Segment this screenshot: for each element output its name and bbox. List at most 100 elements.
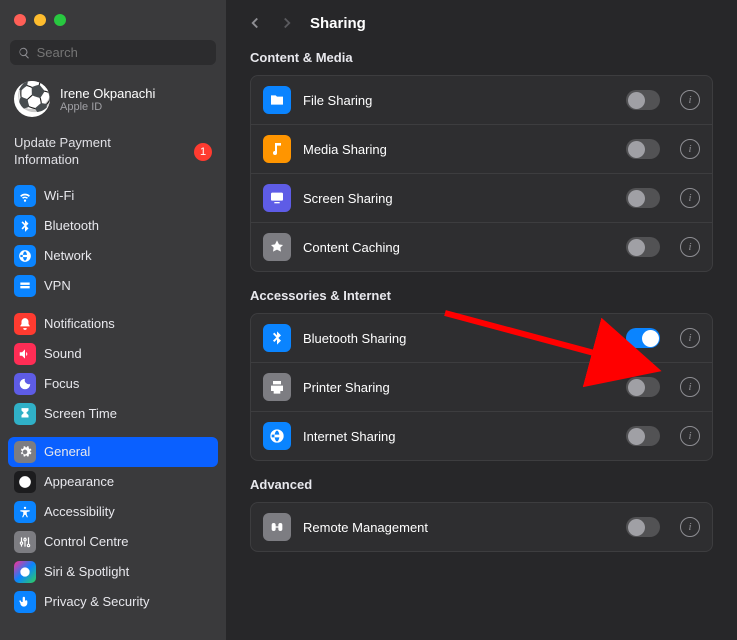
sidebar-item-label: Network	[44, 248, 92, 263]
bell-icon	[14, 313, 36, 335]
sidebar-item-bluetooth[interactable]: Bluetooth	[8, 211, 218, 241]
sidebar-item-label: Wi-Fi	[44, 188, 74, 203]
row-label: Internet Sharing	[303, 429, 614, 444]
info-button[interactable]: i	[680, 517, 700, 537]
row-label: Content Caching	[303, 240, 614, 255]
toggle-media-sharing[interactable]	[626, 139, 660, 159]
settings-panel: Remote Management i	[250, 502, 713, 552]
vpn-icon	[14, 275, 36, 297]
window-controls	[0, 0, 226, 40]
sidebar-item-control-centre[interactable]: Control Centre	[8, 527, 218, 557]
zoom-window-button[interactable]	[54, 14, 66, 26]
info-button[interactable]: i	[680, 139, 700, 159]
row-label: Bluetooth Sharing	[303, 331, 614, 346]
row-label: File Sharing	[303, 93, 614, 108]
sidebar-item-label: General	[44, 444, 90, 459]
gear-icon	[14, 441, 36, 463]
sidebar-item-label: Privacy & Security	[44, 594, 149, 609]
sidebar-item-appearance[interactable]: Appearance	[8, 467, 218, 497]
sidebar-item-siri-spotlight[interactable]: Siri & Spotlight	[8, 557, 218, 587]
sidebar-item-wi-fi[interactable]: Wi-Fi	[8, 181, 218, 211]
toggle-file-sharing[interactable]	[626, 90, 660, 110]
section-title: Accessories & Internet	[250, 288, 713, 303]
row-label: Printer Sharing	[303, 380, 614, 395]
toggle-bluetooth-sharing[interactable]	[626, 328, 660, 348]
row-media-sharing: Media Sharing i	[251, 125, 712, 174]
update-payment-row[interactable]: Update Payment Information 1	[0, 127, 226, 181]
sidebar-item-vpn[interactable]: VPN	[8, 271, 218, 301]
main-content: Sharing Content & Media File Sharing i M…	[226, 0, 737, 640]
info-button[interactable]: i	[680, 90, 700, 110]
moon-icon	[14, 373, 36, 395]
hourglass-icon	[14, 403, 36, 425]
row-printer-sharing: Printer Sharing i	[251, 363, 712, 412]
appearance-icon	[14, 471, 36, 493]
info-button[interactable]: i	[680, 377, 700, 397]
avatar	[14, 81, 50, 117]
main-header: Sharing	[226, 0, 737, 40]
close-window-button[interactable]	[14, 14, 26, 26]
profile-subtitle: Apple ID	[60, 101, 155, 113]
toggle-printer-sharing[interactable]	[626, 377, 660, 397]
sidebar-item-label: Accessibility	[44, 504, 115, 519]
row-screen-sharing: Screen Sharing i	[251, 174, 712, 223]
screen-icon	[263, 184, 291, 212]
sidebar-item-general[interactable]: General	[8, 437, 218, 467]
back-button[interactable]	[246, 14, 264, 32]
sidebar-item-focus[interactable]: Focus	[8, 369, 218, 399]
row-file-sharing: File Sharing i	[251, 76, 712, 125]
row-label: Screen Sharing	[303, 191, 614, 206]
notification-badge: 1	[194, 143, 212, 161]
sidebar: Irene Okpanachi Apple ID Update Payment …	[0, 0, 226, 640]
row-label: Remote Management	[303, 520, 614, 535]
toggle-screen-sharing[interactable]	[626, 188, 660, 208]
row-internet-sharing: Internet Sharing i	[251, 412, 712, 460]
section-accessories-internet: Accessories & Internet Bluetooth Sharing…	[226, 278, 737, 467]
toggle-internet-sharing[interactable]	[626, 426, 660, 446]
hand-icon	[14, 591, 36, 613]
search-input[interactable]	[37, 45, 208, 60]
bluetooth-icon	[263, 324, 291, 352]
toggle-remote-management[interactable]	[626, 517, 660, 537]
globe-icon	[14, 245, 36, 267]
search-box[interactable]	[10, 40, 216, 65]
cache-icon	[263, 233, 291, 261]
sidebar-item-network[interactable]: Network	[8, 241, 218, 271]
sidebar-item-label: Screen Time	[44, 406, 117, 421]
settings-panel: Bluetooth Sharing i Printer Sharing i In…	[250, 313, 713, 461]
sidebar-item-label: Control Centre	[44, 534, 129, 549]
sidebar-item-accessibility[interactable]: Accessibility	[8, 497, 218, 527]
settings-panel: File Sharing i Media Sharing i Screen Sh…	[250, 75, 713, 272]
sidebar-item-label: Notifications	[44, 316, 115, 331]
info-button[interactable]: i	[680, 237, 700, 257]
row-content-caching: Content Caching i	[251, 223, 712, 271]
row-label: Media Sharing	[303, 142, 614, 157]
forward-button[interactable]	[278, 14, 296, 32]
control-icon	[14, 531, 36, 553]
media-icon	[263, 135, 291, 163]
printer-icon	[263, 373, 291, 401]
siri-icon	[14, 561, 36, 583]
sidebar-item-sound[interactable]: Sound	[8, 339, 218, 369]
page-title: Sharing	[310, 15, 366, 32]
row-remote-management: Remote Management i	[251, 503, 712, 551]
sidebar-item-privacy-security[interactable]: Privacy & Security	[8, 587, 218, 617]
sidebar-item-label: Appearance	[44, 474, 114, 489]
sidebar-item-screen-time[interactable]: Screen Time	[8, 399, 218, 429]
update-payment-label: Update Payment Information	[14, 135, 164, 169]
section-content-media: Content & Media File Sharing i Media Sha…	[226, 40, 737, 278]
search-icon	[18, 46, 31, 60]
binoc-icon	[263, 513, 291, 541]
info-button[interactable]: i	[680, 188, 700, 208]
section-title: Content & Media	[250, 50, 713, 65]
toggle-content-caching[interactable]	[626, 237, 660, 257]
sidebar-item-notifications[interactable]: Notifications	[8, 309, 218, 339]
section-advanced: Advanced Remote Management i	[226, 467, 737, 558]
globe-icon	[263, 422, 291, 450]
sound-icon	[14, 343, 36, 365]
profile-row[interactable]: Irene Okpanachi Apple ID	[0, 75, 226, 127]
info-button[interactable]: i	[680, 426, 700, 446]
profile-name: Irene Okpanachi	[60, 86, 155, 101]
info-button[interactable]: i	[680, 328, 700, 348]
minimize-window-button[interactable]	[34, 14, 46, 26]
